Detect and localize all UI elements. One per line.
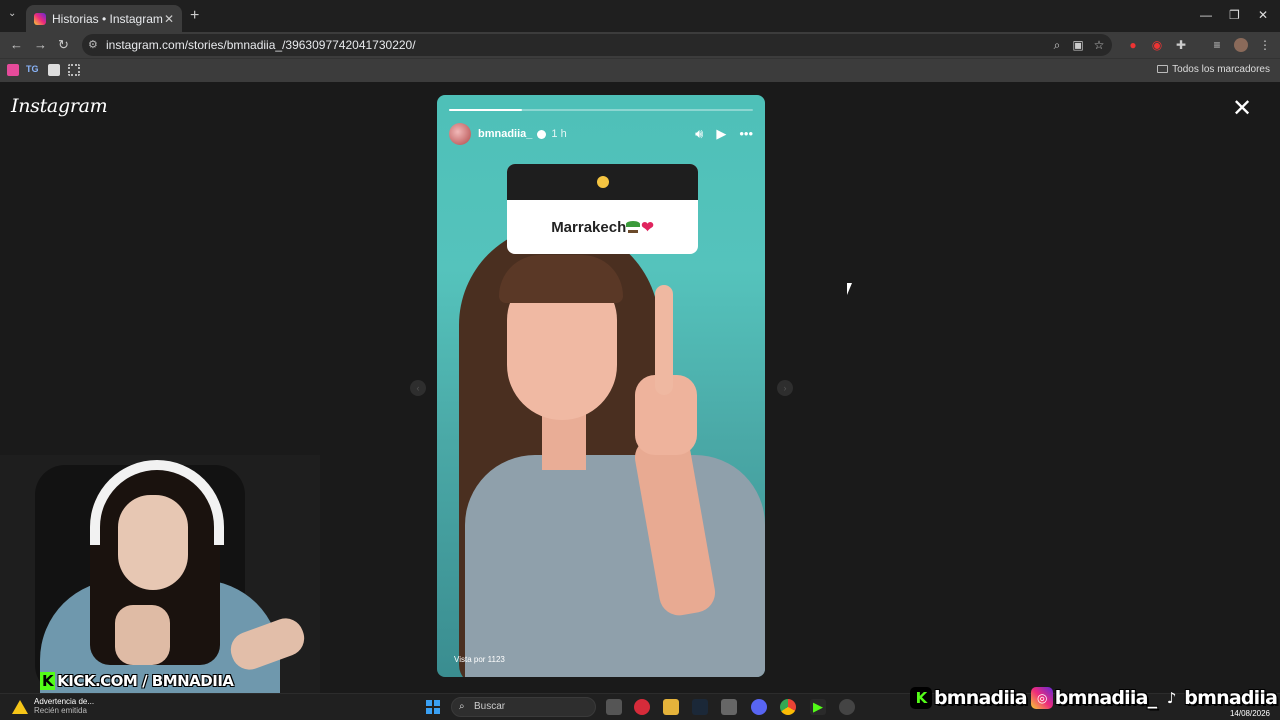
instagram-handle: bmnadiia_ <box>1054 687 1157 709</box>
close-story-icon[interactable]: ✕ <box>1232 97 1252 121</box>
story-time: 1 h <box>551 128 567 140</box>
tiktok-logo-icon: ♪ <box>1166 689 1177 707</box>
heart-icon: ❤ <box>641 219 654 236</box>
story-progress-fill <box>449 109 522 111</box>
notification[interactable]: Advertencia de... Recién emitida <box>12 697 94 715</box>
notification-subtitle: Recién emitida <box>34 706 87 715</box>
folder-icon <box>1157 65 1169 73</box>
bookmark-white-icon[interactable] <box>48 64 60 76</box>
next-story-icon[interactable]: › <box>777 380 793 396</box>
bookmarks-bar: TG Todos los marcadores <box>0 58 1280 82</box>
palm-tree-icon <box>626 221 641 233</box>
more-options-icon[interactable]: ••• <box>739 126 753 142</box>
kick-logo-icon: K <box>910 687 932 709</box>
volume-icon[interactable]: 🔊︎ <box>695 126 703 142</box>
extension-badge-icon[interactable]: ◉ <box>1150 38 1164 52</box>
story-header: bmnadiia_ 1 h 🔊︎ ▶ ••• <box>449 123 753 145</box>
story-person-shirt <box>465 455 765 677</box>
previous-story-icon[interactable]: ‹ <box>410 380 426 396</box>
zoom-icon[interactable]: ⌕ <box>1050 38 1064 52</box>
play-icon[interactable]: ▶ <box>716 126 726 142</box>
all-bookmarks-button[interactable]: Todos los marcadores <box>1157 64 1270 75</box>
story-avatar[interactable] <box>449 123 471 145</box>
social-handles-overlay: K bmnadiia ◎ bmnadiia_ ♪ bmnadiia <box>906 684 1278 712</box>
app-box-icon[interactable] <box>721 699 737 715</box>
bookmark-star-icon[interactable]: ☆ <box>1092 38 1106 52</box>
chrome-menu-icon[interactable]: ⋮ <box>1258 38 1272 52</box>
kick-handle: bmnadiia <box>934 687 1028 709</box>
webcam-overlay <box>0 455 320 693</box>
tab-title: Historias • Instagram <box>52 11 163 26</box>
streaming-app-icon[interactable]: ▶ <box>810 699 826 715</box>
kick-logo-icon: K <box>40 672 56 690</box>
question-sticker-header <box>507 164 698 200</box>
streamer-hand-left <box>115 605 170 665</box>
file-explorer-icon[interactable] <box>663 699 679 715</box>
tab-bar: ⌄ Historias • Instagram ✕ + — ❐ ✕ <box>0 0 1280 32</box>
story-card[interactable]: bmnadiia_ 1 h 🔊︎ ▶ ••• Marrakech ❤ Vista… <box>437 95 765 677</box>
forward-icon[interactable]: → <box>34 37 47 52</box>
question-answer: Marrakech ❤ <box>507 200 698 254</box>
back-icon[interactable]: ← <box>10 37 23 52</box>
profile-avatar[interactable] <box>1234 38 1248 52</box>
warning-icon <box>12 700 28 714</box>
discord-icon[interactable] <box>751 699 767 715</box>
story-progress-bar <box>449 109 753 111</box>
steam-icon[interactable] <box>692 699 708 715</box>
notification-title: Advertencia de... <box>34 697 95 706</box>
story-person-finger <box>655 285 673 395</box>
thinking-emoji-icon <box>596 176 609 188</box>
story-controls: 🔊︎ ▶ ••• <box>695 126 753 142</box>
chrome-icon[interactable] <box>780 699 796 715</box>
bookmark-pink-icon[interactable] <box>7 64 19 76</box>
extensions-puzzle-icon[interactable]: ✚ <box>1174 38 1188 52</box>
tab-search-icon[interactable]: ⌄ <box>8 8 22 22</box>
site-info-icon[interactable]: ⚙ <box>88 34 98 56</box>
search-icon: ⌕ <box>459 701 465 712</box>
question-answer-text: Marrakech <box>551 218 627 236</box>
minimize-icon[interactable]: — <box>1200 8 1212 22</box>
apps-grid-icon[interactable] <box>68 64 80 76</box>
verified-icon <box>537 129 547 139</box>
obs-icon[interactable] <box>839 699 855 715</box>
all-bookmarks-label: Todos los marcadores <box>1172 64 1270 75</box>
instagram-favicon-icon <box>34 12 46 25</box>
taskbar-search[interactable]: ⌕ Buscar <box>451 697 596 717</box>
question-sticker: Marrakech ❤ <box>507 164 698 254</box>
mouse-cursor-icon <box>847 283 852 295</box>
tab-instagram[interactable]: Historias • Instagram ✕ <box>26 5 182 32</box>
reload-icon[interactable]: ↻ <box>58 37 69 53</box>
story-person-bangs <box>499 255 623 303</box>
taskbar-search-placeholder: Buscar <box>474 701 506 712</box>
tab-close-icon[interactable]: ✕ <box>164 12 174 26</box>
instagram-logo[interactable]: Instagram <box>11 95 108 117</box>
address-bar[interactable]: ⚙ instagram.com/stories/bmnadiia_/396309… <box>82 34 1112 56</box>
kick-channel-text: KICK.COM / BMNADIIA <box>57 672 234 690</box>
media-control-icon[interactable]: ≡ <box>1210 38 1224 52</box>
views-count[interactable]: Vista por 1123 <box>454 655 505 664</box>
bookmark-tg[interactable]: TG <box>26 64 39 74</box>
browser-toolbar: ← → ↻ ⚙ instagram.com/stories/bmnadiia_/… <box>0 32 1280 58</box>
restore-icon[interactable]: ❐ <box>1229 8 1240 22</box>
window-close-icon[interactable]: ✕ <box>1258 8 1268 22</box>
tiktok-handle: bmnadiia <box>1184 687 1278 709</box>
new-tab-button[interactable]: + <box>190 7 199 25</box>
instagram-logo-icon: ◎ <box>1030 687 1053 709</box>
start-windows-icon[interactable] <box>426 700 440 714</box>
task-view-icon[interactable] <box>606 699 622 715</box>
url-text: instagram.com/stories/bmnadiia_/39630977… <box>106 38 416 52</box>
extension-red-icon[interactable]: ● <box>1126 38 1140 52</box>
story-username[interactable]: bmnadiia_ <box>478 128 532 140</box>
install-app-icon[interactable]: ▣ <box>1071 38 1085 52</box>
opera-icon[interactable] <box>634 699 650 715</box>
kick-channel-label: K KICK.COM / BMNADIIA <box>40 672 234 690</box>
